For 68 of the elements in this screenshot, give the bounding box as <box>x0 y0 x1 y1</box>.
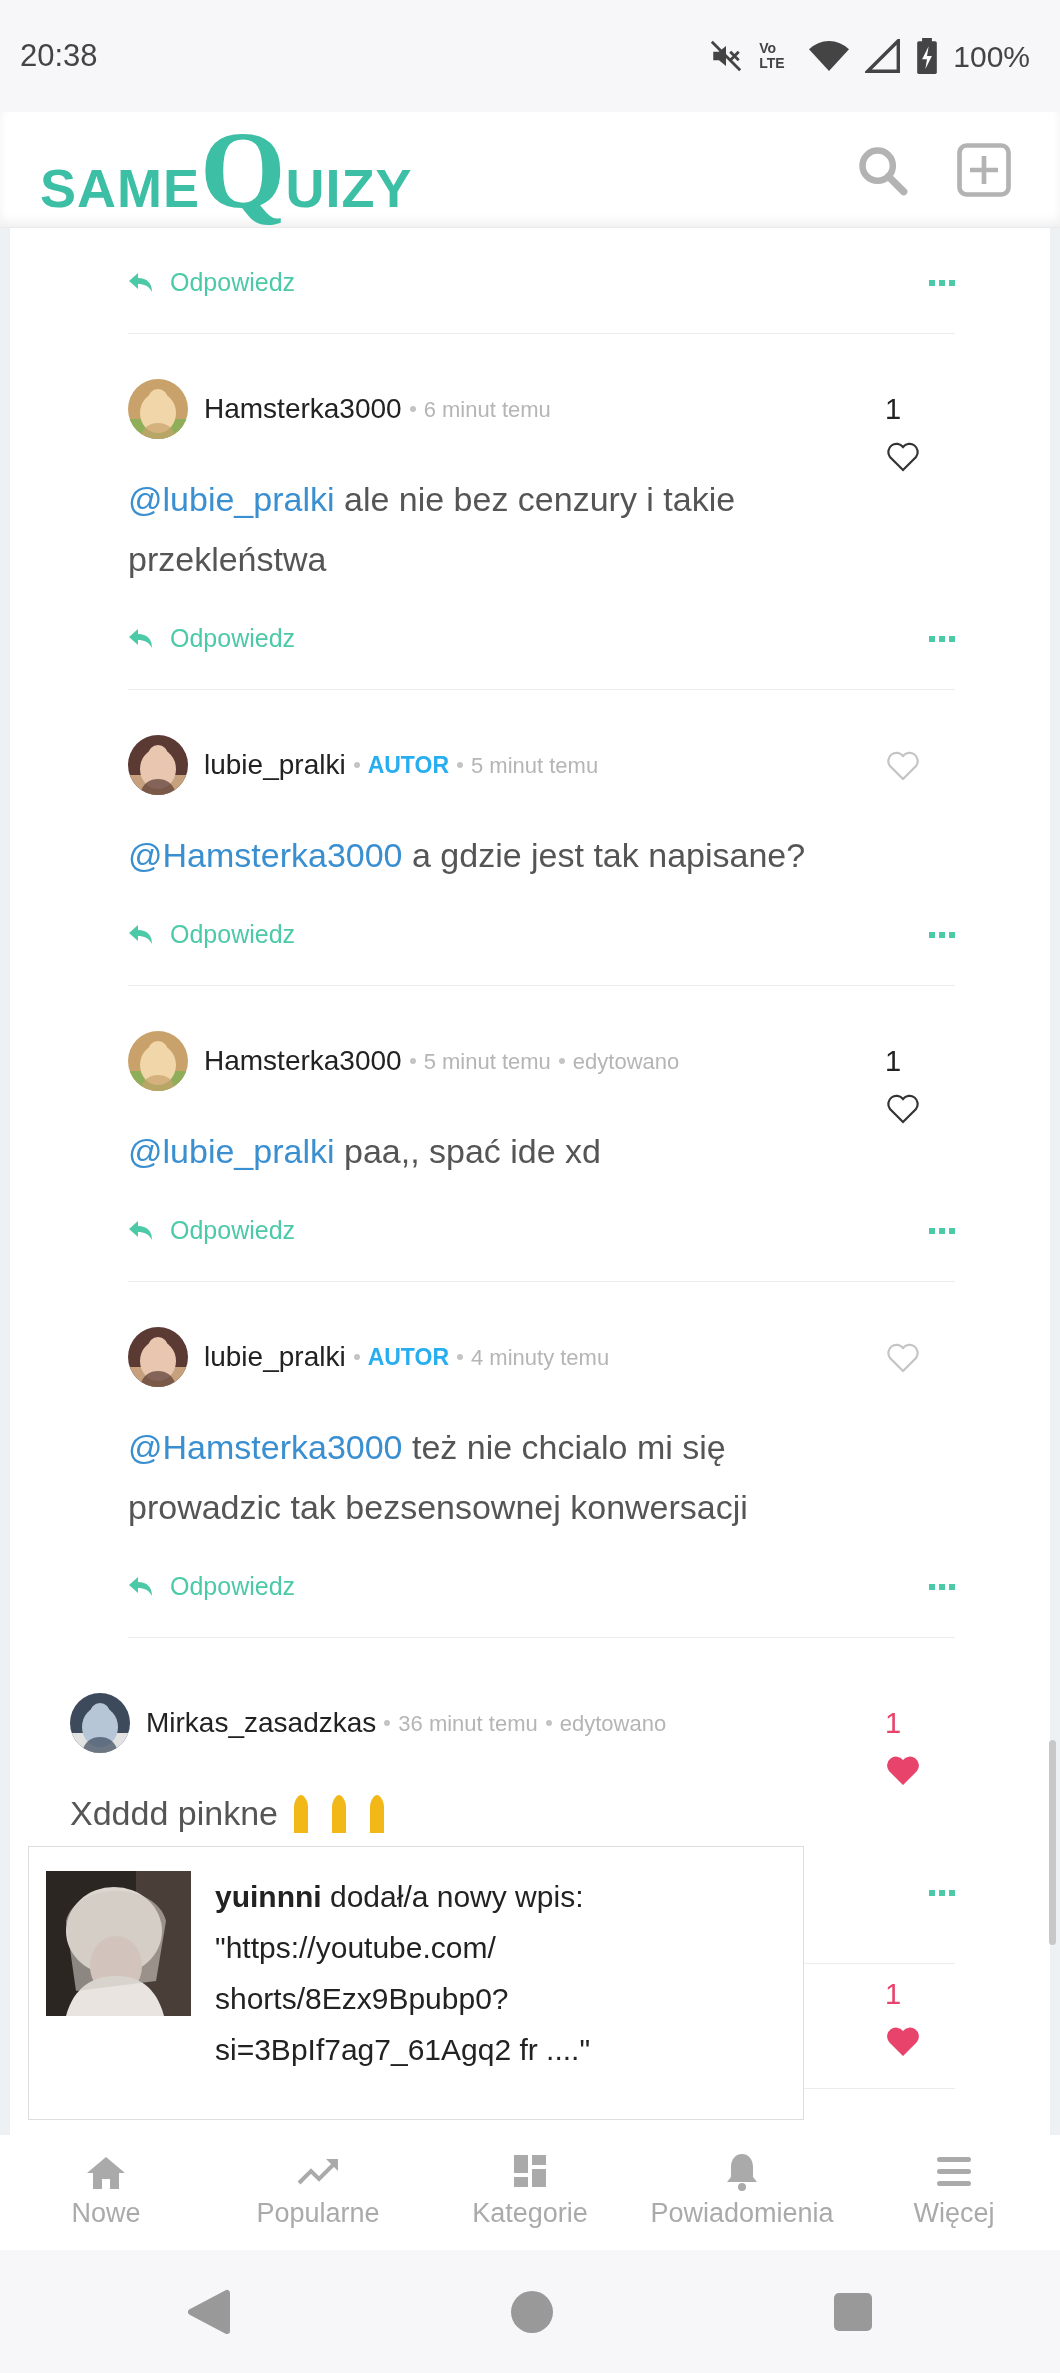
separator-dot-icon <box>353 762 360 768</box>
battery-level: 100% <box>953 38 1030 75</box>
separator-dot-icon <box>353 1354 360 1360</box>
add-icon[interactable] <box>956 141 1012 198</box>
notification-text: yuinnni dodał/a nowy wpis: "https://youtube.com/ shorts/8Ezx9Bpubp0? si=3BpIf7ag7_61Agq2 fr ...." <box>215 1879 591 2068</box>
like-count: 1 <box>885 1977 903 2012</box>
back-icon[interactable] <box>187 2288 232 2335</box>
reply-icon[interactable] <box>128 1576 154 1598</box>
more-icon[interactable] <box>929 931 955 939</box>
comment-time: 4 minuty temu <box>471 1343 610 1372</box>
reply-icon[interactable] <box>128 628 154 650</box>
username[interactable]: lubie_pralki <box>204 1336 346 1378</box>
more-icon[interactable] <box>929 1583 955 1591</box>
mute-icon <box>709 39 744 73</box>
notification-popup[interactable]: yuinnni dodał/a nowy wpis: "https://youtube.com/ shorts/8Ezx9Bpubp0? si=3BpIf7ag7_61Agq2 fr ...." <box>28 1846 804 2120</box>
comment-text: @lubie_pralki paa,, spać ide xd <box>128 1131 603 1172</box>
like-count: 1 <box>885 1706 903 1741</box>
username[interactable]: Hamsterka3000 <box>204 1040 402 1082</box>
signal-icon <box>865 39 902 73</box>
home-button-icon[interactable] <box>510 2289 554 2334</box>
username[interactable]: Mirkas_zasadzkas <box>146 1702 377 1744</box>
separator-dot-icon <box>558 1058 565 1064</box>
nav-tab[interactable]: Nowe <box>0 2151 212 2234</box>
separator-dot-icon <box>457 1354 463 1360</box>
nav-tab[interactable]: Kategorie <box>424 2151 636 2234</box>
recents-icon[interactable] <box>832 2291 873 2332</box>
separator-dot-icon <box>457 762 463 768</box>
more-icon[interactable] <box>929 279 955 287</box>
comment-text: @lubie_pralki ale nie bez cenzury i takie przekleństwa <box>128 479 737 580</box>
comment-text: Xdddd pinkne <box>70 1793 278 1834</box>
comment-text: @Hamsterka3000 a gdzie jest tak napisane? <box>128 835 807 876</box>
more-icon[interactable] <box>929 635 955 643</box>
network-label: Vo LTE <box>759 41 786 71</box>
comment-time: 5 minut temu <box>423 1047 551 1076</box>
author-label: AUTOR <box>367 1342 449 1372</box>
site-logo[interactable]: SAMEQUIZY <box>40 114 413 225</box>
username[interactable]: Hamsterka3000 <box>204 388 402 430</box>
scrollbar[interactable] <box>1049 1740 1056 1945</box>
like-count: 1 <box>885 392 903 427</box>
reply-button[interactable]: Odpowiedz <box>170 916 296 954</box>
reply-icon[interactable] <box>128 272 154 294</box>
username[interactable]: lubie_pralki <box>204 744 346 786</box>
comment-text: @Hamsterka3000 też nie chcialo mi się prowadzic tak bezsensownej konwersacji <box>128 1427 749 1528</box>
more-icon[interactable] <box>929 1889 955 1897</box>
nav-tab[interactable]: Powiadomienia <box>636 2151 848 2234</box>
separator-dot-icon <box>545 1720 552 1726</box>
wifi-icon <box>809 39 850 73</box>
battery-icon <box>917 38 938 74</box>
more-icon[interactable] <box>929 1227 955 1235</box>
reply-icon[interactable] <box>128 924 154 946</box>
comment-time: 6 minut temu <box>423 395 551 424</box>
clock-time: 20:38 <box>20 36 98 75</box>
reply-button[interactable]: Odpowiedz <box>170 1212 296 1250</box>
comment-time: 5 minut temu <box>471 751 599 780</box>
comment-time: 36 minut temu <box>398 1709 538 1738</box>
edited-label: edytowano <box>559 1709 667 1738</box>
reply-button[interactable]: Odpowiedz <box>170 620 296 658</box>
reply-icon[interactable] <box>128 1220 154 1242</box>
separator-dot-icon <box>384 1720 391 1726</box>
author-label: AUTOR <box>367 750 449 780</box>
like-count: 1 <box>885 1044 903 1079</box>
separator-dot-icon <box>409 1058 416 1064</box>
nav-tab[interactable]: Popularne <box>212 2151 424 2234</box>
separator-dot-icon <box>409 406 416 412</box>
nav-tab[interactable]: Więcej <box>848 2151 1060 2234</box>
edited-label: edytowano <box>572 1047 680 1076</box>
reply-button[interactable]: Odpowiedz <box>170 1568 296 1606</box>
reply-button[interactable]: Odpowiedz <box>170 264 296 302</box>
